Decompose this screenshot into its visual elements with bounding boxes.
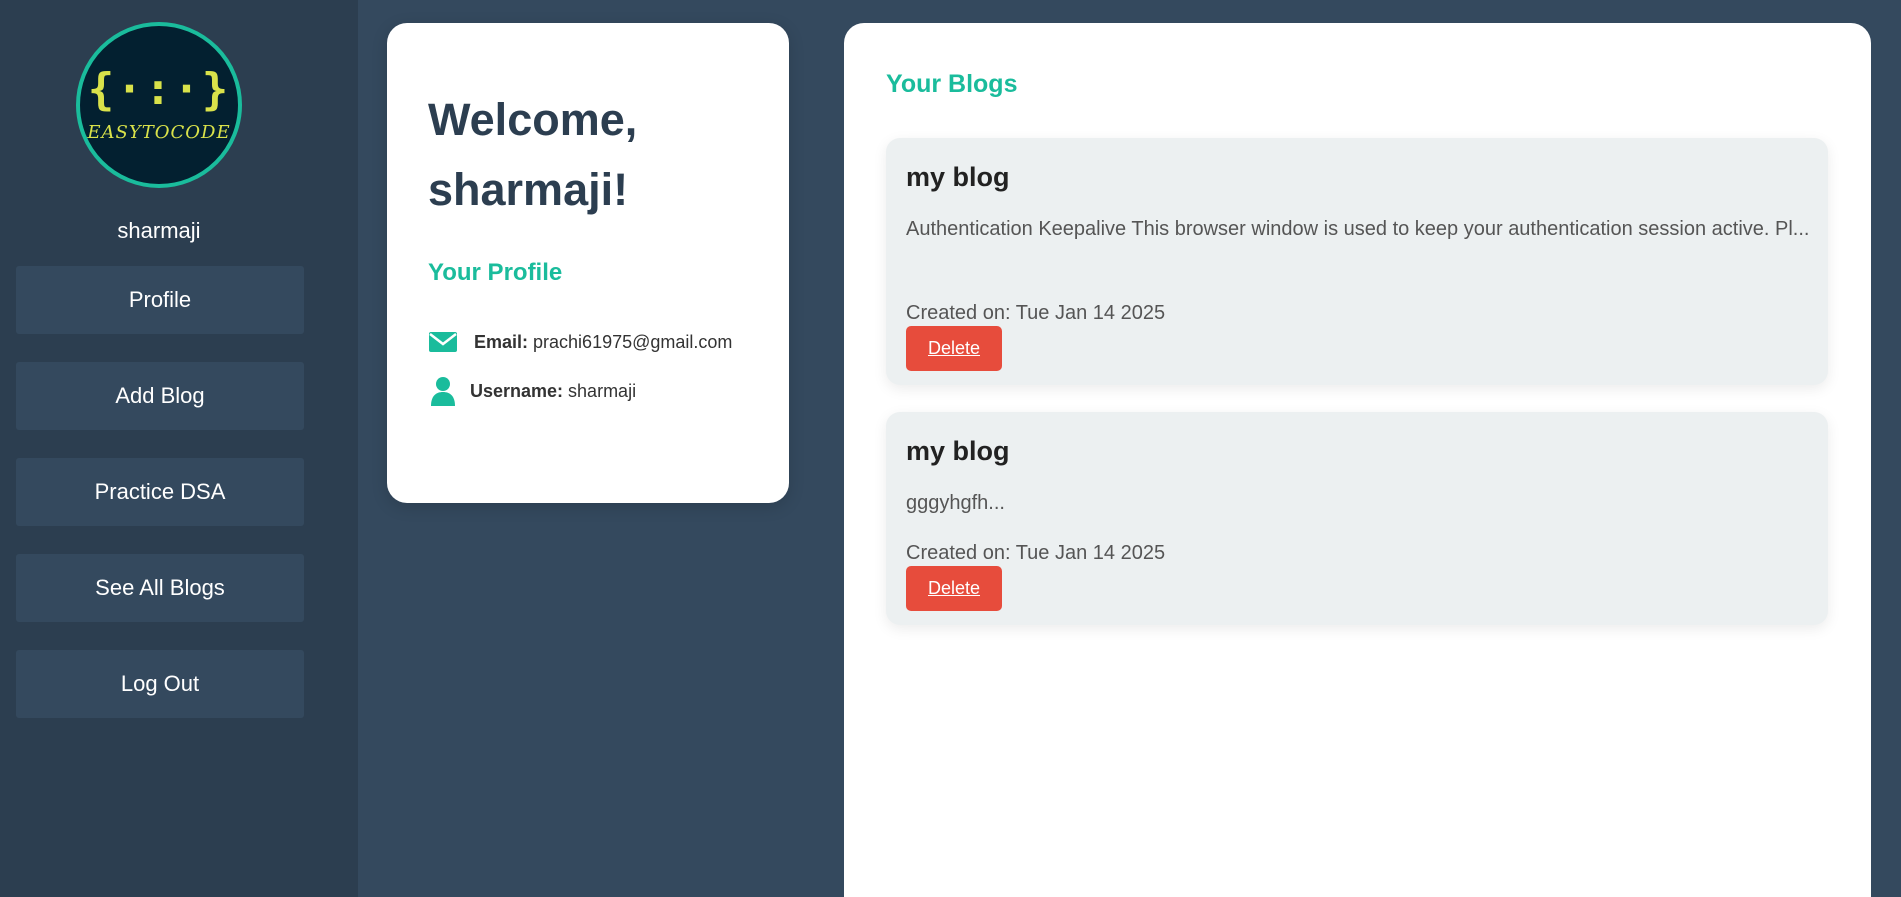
blog-excerpt: Authentication Keepalive This browser wi… — [906, 218, 1810, 240]
sidebar-item-profile[interactable]: Profile — [16, 266, 304, 334]
logo-symbol: {·:·} — [87, 63, 231, 115]
logo-text: EASYTOCODE — [87, 121, 231, 143]
welcome-card: Welcome, sharmaji! Your Profile Email: pr… — [387, 23, 789, 503]
page-title: Welcome, sharmaji! — [428, 94, 638, 215]
username-value: sharmaji — [568, 380, 637, 401]
blog-title: my blog — [906, 162, 1010, 192]
user-icon — [428, 376, 458, 406]
blog-excerpt: gggyhgfh... — [906, 492, 1005, 514]
sidebar-item-practice-dsa[interactable]: Practice DSA — [16, 458, 304, 526]
sidebar-item-log-out[interactable]: Log Out — [16, 650, 304, 718]
blogs-panel: Your Blogs my blog Authentication Keepal… — [844, 23, 1871, 897]
delete-blog-button[interactable]: Delete — [906, 326, 1002, 371]
blog-card: my blog Authentication Keepalive This br… — [886, 138, 1828, 385]
brand-logo[interactable]: {·:·} EASYTOCODE — [76, 22, 242, 188]
delete-blog-button[interactable]: Delete — [906, 566, 1002, 611]
profile-username-row: Username: sharmaji — [428, 376, 636, 406]
email-label: Email: — [474, 331, 529, 352]
blog-created-date: Created on: Tue Jan 14 2025 — [906, 302, 1166, 324]
email-value: prachi61975@gmail.com — [533, 331, 733, 352]
envelope-icon — [428, 327, 458, 357]
blogs-heading: Your Blogs — [886, 70, 1018, 98]
sidebar-item-see-all-blogs[interactable]: See All Blogs — [16, 554, 304, 622]
blog-title: my blog — [906, 436, 1010, 466]
profile-email-row: Email: prachi61975@gmail.com — [428, 327, 732, 357]
sidebar-item-add-blog[interactable]: Add Blog — [16, 362, 304, 430]
app: {·:·} EASYTOCODE sharmaji Profile Add Bl… — [0, 0, 1901, 897]
sidebar-username: sharmaji — [117, 218, 201, 243]
profile-heading: Your Profile — [428, 259, 563, 286]
username-label: Username: — [470, 380, 564, 401]
blog-card: my blog gggyhgfh... Created on: Tue Jan … — [886, 412, 1828, 625]
sidebar: {·:·} EASYTOCODE sharmaji Profile Add Bl… — [0, 0, 358, 897]
blog-created-date: Created on: Tue Jan 14 2025 — [906, 542, 1166, 564]
